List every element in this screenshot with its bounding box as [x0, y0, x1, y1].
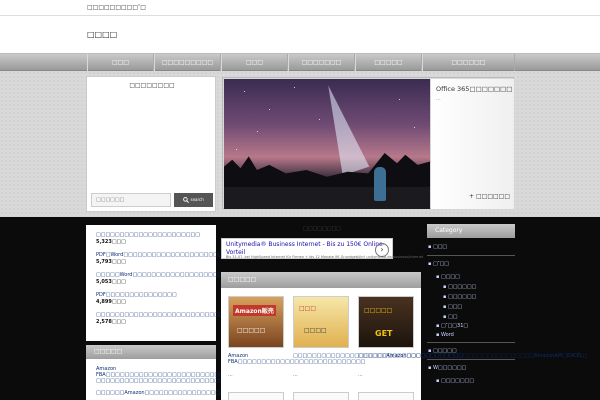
thumb-text: □□□ — [299, 305, 317, 312]
ad-arrow-icon[interactable]: › — [375, 243, 389, 257]
category-heading-bar: Category — [427, 224, 515, 238]
post-title[interactable]: □□□□□□Amazon□□□□□□□□□□□□□□□□□□□□□□□□□□□A… — [358, 353, 587, 359]
ad-banner[interactable]: Unitymedia® Business Internet - Bis zu 1… — [221, 238, 423, 259]
post-card-partial — [293, 392, 349, 400]
thumb-text: Amazon販売 — [233, 305, 276, 316]
ranking-count-3: 5,053□□□ — [96, 279, 126, 285]
slider-more-link[interactable]: + □□□□□□ — [469, 193, 510, 200]
search-button-label: search — [190, 197, 204, 202]
ranking-widget: □□□□□□□□□□□□□□□□□□□□□□ 5,323□□□ PDF□Word… — [86, 225, 260, 341]
slider-title[interactable]: Office 365□□□□□□□□□□ — [436, 85, 512, 93]
slider-person — [374, 167, 386, 201]
post-card-partial — [358, 392, 414, 400]
ad-label: □□□□□□□□ — [303, 226, 341, 232]
category-item[interactable]: ▪ □″□□ — [428, 261, 449, 267]
ranking-count-2: 5,793□□□ — [96, 259, 126, 265]
post-excerpt: ... — [293, 372, 298, 378]
thumb-text-2: GET — [375, 329, 393, 338]
ranking-count-4: 4,899□□□ — [96, 299, 126, 305]
category-heading: Category — [435, 227, 463, 234]
new-posts-heading-bar: □□□□□ — [221, 272, 421, 288]
ad-description: Bis 31.07. bei HighSpeed Internet für Fi… — [226, 255, 424, 259]
popular-widget: Amazon FBA□□□□□□□□□□□□□□□□□□□□□□□□□□□ □□… — [86, 359, 267, 400]
post-thumbnail[interactable]: □□□ □□□□ — [293, 296, 349, 348]
category-item[interactable]: ▪ □″□□31□ — [436, 323, 468, 329]
ad-title[interactable]: Unitymedia® Business Internet - Bis zu 1… — [226, 241, 385, 248]
category-item[interactable]: ▪ □□□□ — [436, 274, 460, 280]
search-icon — [183, 197, 190, 204]
ranking-link-4[interactable]: PDF□□□□□□□□□□□□□□□ — [96, 292, 177, 298]
global-nav: □□□ □□□□□□□□□ □□□ □□□□□□□ □□□□□ □□□□□□ — [0, 53, 600, 71]
category-item[interactable]: ▪ □□ — [443, 314, 457, 320]
slider-photo — [224, 79, 430, 209]
search-box-title: □□□□□□□□ — [129, 82, 175, 89]
site-logo[interactable]: □□□□ — [87, 30, 117, 39]
search-box: □□□□□□□□ search — [86, 76, 216, 212]
featured-slider[interactable]: Office 365□□□□□□□□□□ ... + □□□□□□ — [222, 77, 514, 209]
category-item[interactable]: ▪ Word — [436, 332, 454, 338]
popular-heading: □□□□□ — [94, 348, 123, 355]
ranking-link-2[interactable]: PDF□Word□□□□□□□□□□□□□□□□□□□□□ — [96, 252, 223, 258]
category-item[interactable]: ▪ □□□ — [443, 304, 462, 310]
post-title[interactable]: Amazon FBA□□□□□□□□□□□□□□□□□□□□□□□□□□□ — [228, 353, 365, 365]
slider-caption: Office 365□□□□□□□□□□ ... + □□□□□□ — [431, 79, 514, 209]
post-excerpt: ... — [358, 372, 363, 378]
nav-item-3[interactable]: □□□ — [221, 54, 288, 71]
category-item[interactable]: ▪ □□□□□ — [428, 348, 457, 354]
post-card-partial — [228, 392, 284, 400]
site-tagline: □□□□□□□□□″□ — [87, 4, 146, 11]
nav-item-home[interactable]: □□□ — [87, 54, 154, 71]
nav-item-2[interactable]: □□□□□□□□□ — [154, 54, 221, 71]
post-excerpt: ... — [228, 372, 233, 378]
category-item[interactable]: ▪ □□□□□□ — [443, 294, 476, 300]
ranking-count-5: 2,578□□□ — [96, 319, 126, 325]
category-item[interactable]: ▪ □□□□□□ — [443, 284, 476, 290]
nav-item-6[interactable]: □□□□□□ — [422, 54, 515, 71]
nav-item-4[interactable]: □□□□□□□ — [288, 54, 355, 71]
nav-item-5[interactable]: □□□□□ — [355, 54, 422, 71]
popular-heading-bar: □□□□□ — [86, 345, 216, 359]
category-item[interactable]: ▪ W□□□□□□ — [428, 365, 466, 371]
category-item[interactable]: ▪ □□□ — [428, 244, 447, 250]
post-thumbnail[interactable]: Amazon販売 □□□□□ — [228, 296, 284, 348]
new-posts-heading: □□□□□ — [228, 276, 257, 283]
thumb-text-2: □□□□□ — [237, 327, 266, 334]
category-item[interactable]: ▪ □□□□□□□ — [436, 378, 474, 384]
post-thumbnail[interactable]: □□□□□ GET — [358, 296, 414, 348]
search-input[interactable] — [91, 193, 171, 207]
post-title[interactable]: □□□□□□□□□□□□□□□□□□□□□□□□□□□□□□□□□□□□ — [293, 353, 463, 359]
new-posts-widget: □□□□□ Amazon販売 □□□□□ Amazon FBA□□□□□□□□□… — [221, 272, 587, 400]
search-button[interactable]: search — [174, 193, 213, 207]
category-widget: Category ▪ □□□ ▪ □″□□ ▪ □□□□ ▪ □□□□□□ ▪ … — [427, 224, 515, 400]
thumb-text-2: □□□□ — [304, 327, 327, 334]
top-bar: □□□□□□□□□″□ — [0, 0, 600, 16]
slider-excerpt: ... — [436, 96, 441, 102]
ranking-link-1[interactable]: □□□□□□□□□□□□□□□□□□□□□□ — [96, 232, 200, 238]
ranking-count-1: 5,323□□□ — [96, 239, 126, 245]
site-header: □□□□ — [0, 16, 600, 53]
ranking-link-5[interactable]: □□□□□□□□□□□□□□□□□□□□□□□□□□□□□□ — [96, 312, 238, 318]
thumb-text: □□□□□ — [364, 307, 393, 314]
popular-link-1[interactable]: Amazon FBA□□□□□□□□□□□□□□□□□□□□□□□□□□□ — [96, 366, 233, 378]
